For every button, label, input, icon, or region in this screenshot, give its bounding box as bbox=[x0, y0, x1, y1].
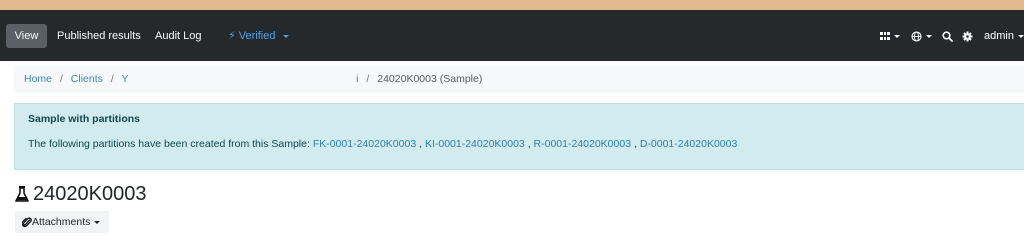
partition-link[interactable]: R-0001-24020K0003 bbox=[534, 138, 632, 150]
alert-message: The following partitions have been creat… bbox=[28, 138, 310, 150]
partition-separator: , bbox=[419, 138, 423, 150]
nav-view-tab[interactable]: View bbox=[6, 24, 47, 48]
breadcrumb-current: 24020K0003 (Sample) bbox=[377, 73, 483, 85]
user-menu-dropdown[interactable]: admin bbox=[984, 24, 1024, 48]
chevron-down-icon bbox=[1017, 34, 1024, 38]
paperclip-icon bbox=[21, 217, 32, 227]
chevron-down-icon bbox=[94, 220, 101, 224]
language-menu-button[interactable] bbox=[911, 24, 932, 48]
verified-status-dropdown[interactable]: ⚡ Verified bbox=[228, 24, 289, 48]
search-icon bbox=[942, 30, 953, 42]
nav-published-results-tab[interactable]: Published results bbox=[57, 24, 141, 48]
breadcrumb-client-link-tail[interactable]: i bbox=[356, 73, 358, 85]
breadcrumb-separator: / bbox=[110, 73, 114, 85]
chevron-down-icon bbox=[926, 34, 932, 38]
apps-menu-button[interactable] bbox=[880, 24, 900, 48]
page-title: 24020K0003 bbox=[15, 181, 146, 207]
alert-title: Sample with partitions bbox=[28, 113, 141, 125]
verified-label: Verified bbox=[238, 30, 276, 42]
apps-grid-icon bbox=[880, 32, 890, 41]
chevron-down-icon bbox=[282, 34, 289, 38]
globe-icon bbox=[911, 31, 922, 42]
breadcrumb-separator: / bbox=[59, 73, 63, 85]
user-name: admin bbox=[984, 30, 1014, 42]
lightning-bolt-icon: ⚡ bbox=[228, 30, 236, 42]
chevron-down-icon bbox=[894, 34, 900, 38]
top-navbar: View Published results Audit Log ⚡ Verif… bbox=[0, 10, 1024, 61]
partition-link[interactable]: KI-0001-24020K0003 bbox=[425, 138, 525, 150]
partition-separator: , bbox=[633, 138, 637, 150]
attachments-label: Attachments bbox=[32, 216, 91, 228]
gear-icon bbox=[962, 31, 973, 42]
alert-text: The following partitions have been creat… bbox=[28, 138, 737, 150]
settings-button[interactable] bbox=[962, 24, 973, 48]
attachments-dropdown-button[interactable]: Attachments bbox=[15, 211, 109, 233]
breadcrumb-client-link[interactable]: Y bbox=[121, 73, 128, 85]
breadcrumb: Home / Clients / Y i / 24020K0003 (Sampl… bbox=[14, 66, 1024, 93]
partitions-info-alert: Sample with partitions The following par… bbox=[14, 103, 1024, 170]
nav-audit-log-tab[interactable]: Audit Log bbox=[155, 24, 201, 48]
partition-separator: , bbox=[527, 138, 531, 150]
search-button[interactable] bbox=[942, 24, 953, 48]
breadcrumb-home-link[interactable]: Home bbox=[24, 73, 52, 85]
breadcrumb-separator: / bbox=[366, 73, 370, 85]
sample-title: 24020K0003 bbox=[33, 183, 147, 206]
flask-icon bbox=[15, 186, 29, 202]
partition-link[interactable]: FK-0001-24020K0003 bbox=[313, 138, 416, 150]
browser-top-strip bbox=[0, 0, 1024, 10]
breadcrumb-clients-link[interactable]: Clients bbox=[71, 73, 103, 85]
partition-link[interactable]: D-0001-24020K0003 bbox=[640, 138, 738, 150]
